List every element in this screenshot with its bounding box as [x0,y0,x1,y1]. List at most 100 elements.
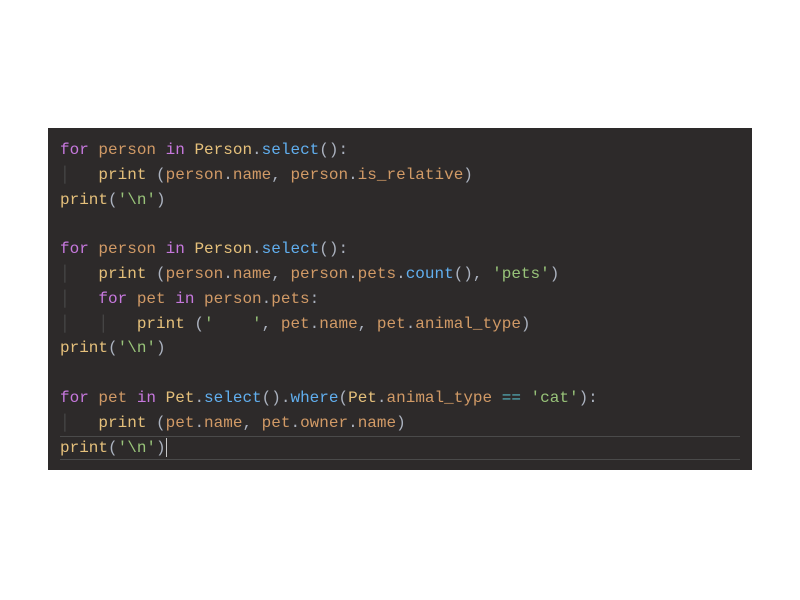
token-func: print [98,166,146,184]
token-punct: ( [108,191,118,209]
token-var: name [358,414,396,432]
token-punct: ) [550,265,560,283]
token-kw-in: in [166,240,195,258]
token-kw-in: in [166,141,195,159]
token-var: owner [300,414,348,432]
token-func: print [98,414,146,432]
token-method: select [262,141,320,159]
token-dot: . [252,240,262,258]
code-line[interactable]: print('\n') [60,436,740,461]
token-punct: ) [463,166,473,184]
token-var: person [290,166,348,184]
token-var: is_relative [358,166,464,184]
code-line[interactable] [60,361,740,386]
token-var: name [319,315,357,333]
token-var: name [233,166,271,184]
token-method: where [290,389,338,407]
token-dot: . [348,414,358,432]
token-method: select [204,389,262,407]
token-var: pet [377,315,406,333]
token-var: pets [271,290,309,308]
token-punct: ( [146,414,165,432]
code-line[interactable]: │ print (pet.name, pet.owner.name) [60,411,740,436]
token-kw-for: for [98,290,136,308]
token-var: pet [281,315,310,333]
token-punct: ( [108,439,118,457]
token-func: print [60,339,108,357]
token-kw-for: for [60,240,98,258]
code-line[interactable]: │ for pet in person.pets: [60,287,740,312]
token-punct: , [262,315,281,333]
token-dot: . [223,166,233,184]
token-var: animal_type [415,315,521,333]
token-dot: . [194,414,204,432]
token-punct: , [358,315,377,333]
token-punct: ) [396,414,406,432]
indent-guide: │ [60,414,98,432]
token-dot: . [348,166,358,184]
token-punct: (): [319,141,348,159]
token-punct: , [271,265,290,283]
token-string: '\n' [118,191,156,209]
token-var: person [98,240,165,258]
token-punct: (), [454,265,492,283]
code-line[interactable]: for person in Person.select(): [60,237,740,262]
token-var: pets [358,265,396,283]
code-editor[interactable]: for person in Person.select():│ print (p… [48,128,752,470]
code-line[interactable]: │ │ print (' ', pet.name, pet.animal_typ… [60,312,740,337]
token-kw-for: for [60,389,98,407]
token-punct: ) [156,439,166,457]
token-dot: . [310,315,320,333]
code-line[interactable]: print('\n') [60,336,740,361]
token-kw-for: for [60,141,98,159]
token-var: pet [137,290,175,308]
token-func: print [60,191,108,209]
token-var: animal_type [387,389,493,407]
token-dot: . [223,265,233,283]
token-var: pet [98,389,136,407]
indent-guide: │ [98,315,136,333]
token-var: person [204,290,262,308]
token-class: Person [194,240,252,258]
token-var: person [290,265,348,283]
token-dot: . [194,389,204,407]
token-var: pet [166,414,195,432]
token-punct: ( [146,166,165,184]
code-line[interactable]: print('\n') [60,188,740,213]
token-dot: . [262,290,272,308]
token-kw-in: in [175,290,204,308]
token-punct: , [242,414,261,432]
token-method: count [406,265,454,283]
token-punct: ) [156,339,166,357]
token-punct: ) [156,191,166,209]
token-var: person [98,141,165,159]
token-func: print [60,439,108,457]
token-punct: ): [579,389,598,407]
text-cursor [166,438,167,457]
code-line[interactable]: for person in Person.select(): [60,138,740,163]
token-punct: (). [262,389,291,407]
code-line[interactable]: │ print (person.name, person.is_relative… [60,163,740,188]
token-dot: . [396,265,406,283]
code-line[interactable] [60,212,740,237]
token-dot: . [290,414,300,432]
code-line[interactable]: │ print (person.name, person.pets.count(… [60,262,740,287]
token-dot: . [348,265,358,283]
token-kw-in: in [137,389,166,407]
indent-guide: │ [60,315,98,333]
code-line[interactable]: for pet in Pet.select().where(Pet.animal… [60,386,740,411]
token-class: Pet [166,389,195,407]
token-class: Pet [348,389,377,407]
indent-guide: │ [60,290,98,308]
token-string: '\n' [118,339,156,357]
token-punct: ( [108,339,118,357]
token-dot: . [406,315,416,333]
token-op: == [492,389,530,407]
token-punct: ) [521,315,531,333]
token-func: print [98,265,146,283]
indent-guide: │ [60,166,98,184]
token-var: person [166,265,224,283]
token-string: ' ' [204,315,262,333]
token-var: pet [262,414,291,432]
token-string: '\n' [118,439,156,457]
